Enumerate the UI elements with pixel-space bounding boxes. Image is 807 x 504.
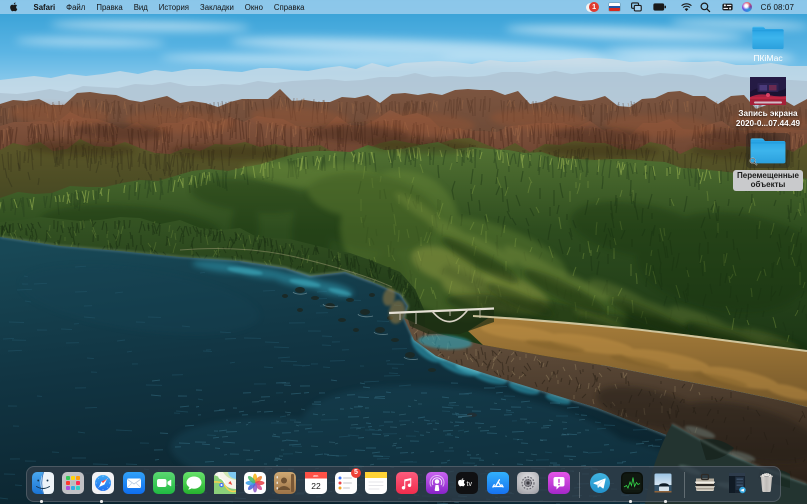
svg-text:22: 22	[311, 481, 321, 491]
svg-text:авг.: авг.	[313, 474, 319, 478]
svg-text:tv: tv	[467, 481, 473, 488]
